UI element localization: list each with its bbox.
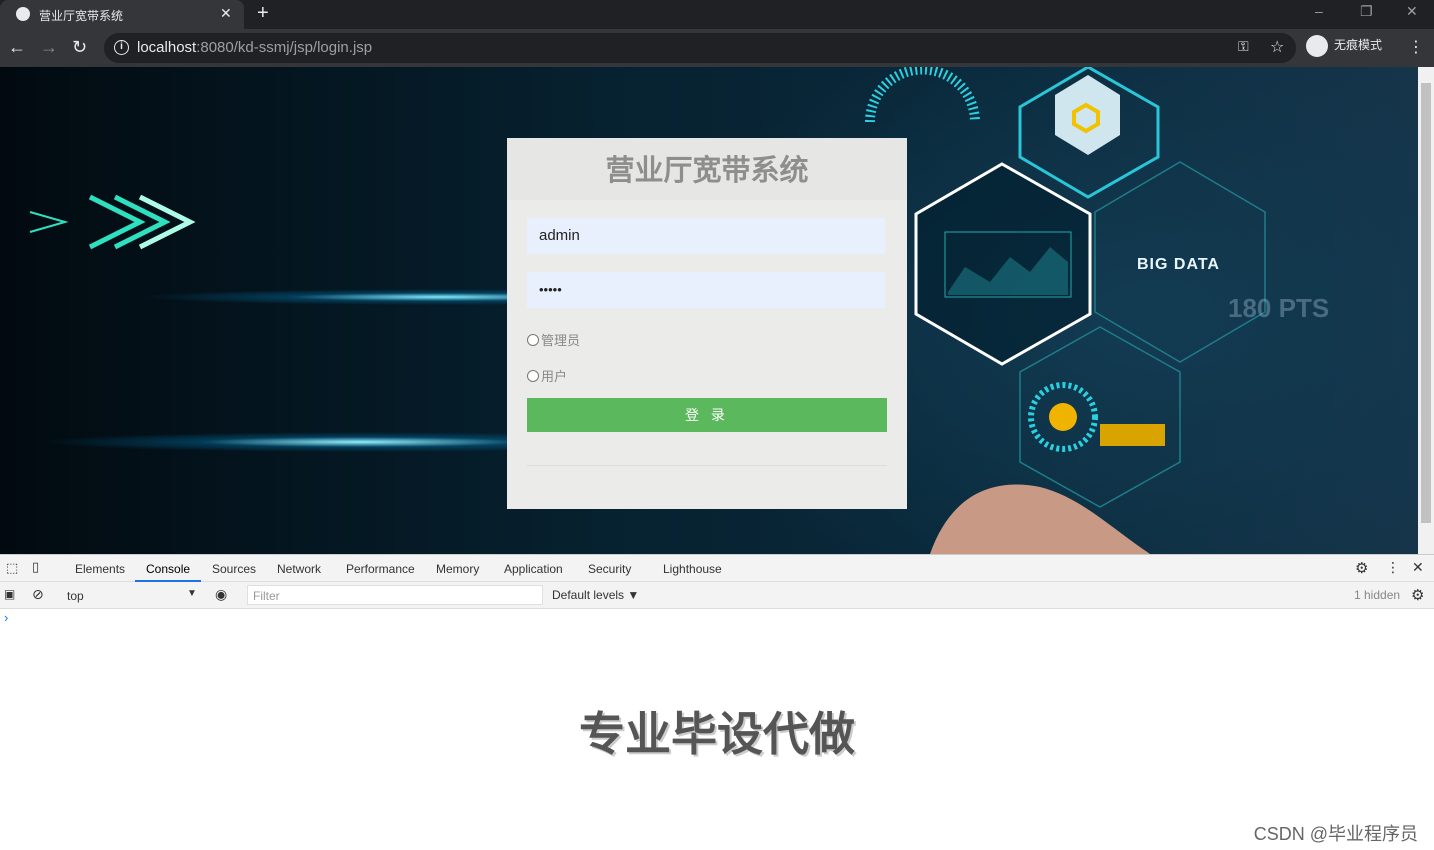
radio-circle[interactable] <box>527 370 539 382</box>
tab-network[interactable]: Network <box>277 562 321 576</box>
close-window-button[interactable]: ✕ <box>1406 3 1418 20</box>
clear-console-icon[interactable]: ⊘ <box>32 586 44 603</box>
role-user-radio[interactable]: 用户 <box>527 366 567 385</box>
settings-icon[interactable]: ⚙ <box>1355 559 1368 577</box>
tab-console[interactable]: Console <box>146 562 190 576</box>
username-input[interactable]: admin <box>527 218 885 254</box>
globe-icon <box>16 7 30 21</box>
page-scrollbar[interactable] <box>1418 67 1434 554</box>
password-input[interactable]: ••••• <box>527 272 885 308</box>
tab-lighthouse[interactable]: Lighthouse <box>663 562 722 576</box>
close-tab-icon[interactable]: ✕ <box>220 5 232 22</box>
context-dropdown-icon[interactable]: ▼ <box>187 588 197 599</box>
browser-toolbar: ← → ↻ i localhost:8080/kd-ssmj/jsp/login… <box>0 29 1434 67</box>
close-devtools-icon[interactable]: ✕ <box>1412 559 1424 576</box>
console-toolbar: ▣ ⊘ top ▼ ◉ Filter Default levels ▼ 1 hi… <box>0 582 1434 609</box>
address-bar[interactable]: i localhost:8080/kd-ssmj/jsp/login.jsp ⚿… <box>104 33 1296 63</box>
tab-memory[interactable]: Memory <box>436 562 479 576</box>
tab-performance[interactable]: Performance <box>346 562 415 576</box>
console-prompt: › <box>4 610 9 625</box>
inspect-icon[interactable]: ⬚ <box>6 560 18 576</box>
hexagon <box>1019 326 1181 508</box>
role-admin-radio[interactable]: 管理员 <box>527 330 580 349</box>
incognito-label: 无痕模式 <box>1334 38 1383 53</box>
role-admin-label: 管理员 <box>541 333 581 348</box>
sidebar-toggle-icon[interactable]: ▣ <box>4 587 15 601</box>
menu-icon[interactable]: ⋮ <box>1408 37 1424 57</box>
tab-application[interactable]: Application <box>504 562 563 576</box>
pts-label: 180 PTS <box>1228 293 1330 323</box>
reload-icon[interactable]: ↻ <box>72 37 87 58</box>
role-user-label: 用户 <box>541 369 568 384</box>
minimize-button[interactable]: – <box>1315 3 1323 19</box>
tab-title: 营业厅宽带系统 <box>39 9 124 23</box>
login-panel: 营业厅宽带系统 admin ••••• 管理员 用户 登 录 <box>507 138 907 509</box>
context-select[interactable]: top <box>67 589 84 603</box>
console-settings-icon[interactable]: ⚙ <box>1411 586 1424 604</box>
more-icon[interactable]: ⋮ <box>1386 559 1400 576</box>
info-icon[interactable]: i <box>114 40 129 55</box>
radio-circle[interactable] <box>527 334 539 346</box>
filter-input[interactable]: Filter <box>247 585 543 605</box>
tab-security[interactable]: Security <box>588 562 631 576</box>
devtools-tabbar: ⬚ ▯ Elements Console Sources Network Per… <box>0 554 1434 582</box>
scrollbar-thumb[interactable] <box>1421 83 1431 523</box>
login-title: 营业厅宽带系统 <box>507 138 907 200</box>
incognito-icon <box>1306 35 1328 57</box>
tab-sources[interactable]: Sources <box>212 562 256 576</box>
csdn-watermark: CSDN @毕业程序员 <box>1253 824 1418 844</box>
tab-strip: 营业厅宽带系统 ✕ + – ❐ ✕ <box>0 0 1434 29</box>
tab-elements[interactable]: Elements <box>75 562 125 576</box>
login-button[interactable]: 登 录 <box>527 398 887 432</box>
chevron-arrows <box>29 194 196 250</box>
device-toolbar-icon[interactable]: ▯ <box>32 559 39 575</box>
star-icon[interactable]: ☆ <box>1270 37 1284 57</box>
hidden-count: 1 hidden <box>1354 588 1401 602</box>
forward-icon[interactable]: → <box>40 37 58 58</box>
levels-dropdown[interactable]: Default levels ▼ <box>552 588 639 602</box>
url-host: localhost <box>137 39 197 56</box>
eye-icon[interactable]: ◉ <box>215 586 227 603</box>
url-path: :8080/kd-ssmj/jsp/login.jsp <box>196 39 373 56</box>
restore-button[interactable]: ❐ <box>1360 3 1373 20</box>
watermark-text: 专业毕设代做 <box>579 708 855 760</box>
incognito-indicator[interactable]: 无痕模式 <box>1306 35 1382 57</box>
back-icon[interactable]: ← <box>8 37 26 58</box>
new-tab-button[interactable]: + <box>257 2 269 25</box>
divider <box>527 465 887 466</box>
key-icon[interactable]: ⚿ <box>1238 38 1249 55</box>
big-data-label: BIG DATA <box>1137 256 1220 273</box>
browser-tab[interactable]: 营业厅宽带系统 ✕ <box>0 0 244 29</box>
